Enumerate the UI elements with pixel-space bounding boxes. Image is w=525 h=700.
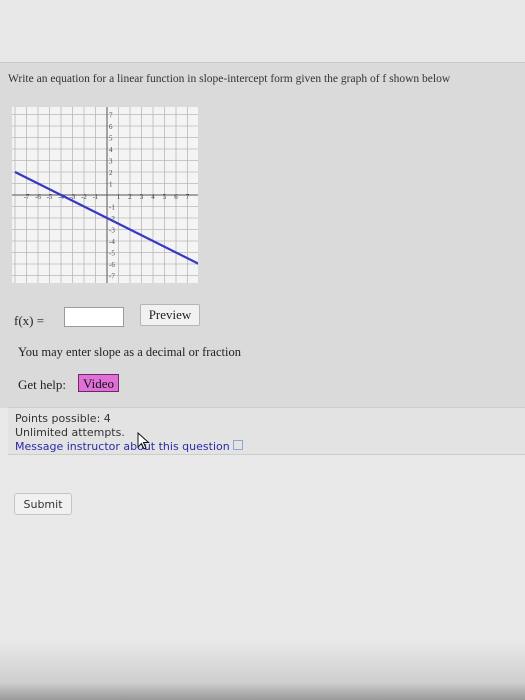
get-help-label: Get help: — [18, 377, 67, 392]
x-tick-label: 4 — [151, 193, 155, 201]
x-tick-label: 5 — [163, 193, 167, 201]
preview-button[interactable]: Preview — [140, 304, 200, 326]
y-tick-label: 3 — [109, 158, 113, 166]
page-top-area — [0, 0, 525, 62]
x-tick-label: 1 — [117, 193, 121, 201]
message-instructor-link[interactable]: Message instructor about this question — [15, 440, 230, 453]
y-tick-label: 5 — [109, 135, 113, 143]
x-tick-label: -1 — [93, 193, 99, 201]
points-possible: Points possible: 4 — [15, 412, 111, 425]
message-instructor-row: Message instructor about this question — [15, 440, 243, 453]
x-tick-label: -2 — [81, 193, 87, 201]
photo-edge-shadow — [0, 640, 525, 700]
attempts-info: Unlimited attempts. — [15, 426, 125, 439]
y-tick-label: -3 — [109, 227, 115, 235]
video-help-button[interactable]: Video — [78, 374, 119, 392]
y-tick-label: -4 — [109, 238, 115, 246]
y-tick-label: -5 — [109, 250, 115, 258]
y-tick-label: 1 — [109, 181, 113, 189]
function-graph: -7 -6 -5 -4 -3 -2 -1 1 2 3 4 5 6 7 7 6 5 4 3 2 1 -1 -2 -3 -4 -5 -6… — [12, 107, 198, 283]
x-tick-label: 6 — [174, 193, 178, 201]
external-link-icon — [232, 440, 243, 450]
y-tick-label: 4 — [109, 146, 113, 154]
y-tick-label: 2 — [109, 169, 113, 177]
y-tick-label: 6 — [109, 123, 113, 131]
y-tick-label: 7 — [109, 112, 113, 120]
question-prompt: Write an equation for a linear function … — [8, 73, 451, 85]
mouse-cursor-icon — [137, 432, 150, 450]
info-panel: Points possible: 4 Unlimited attempts. M… — [8, 407, 525, 455]
question-panel: Write an equation for a linear function … — [0, 62, 525, 408]
x-tick-label: 7 — [186, 193, 190, 201]
answer-input[interactable] — [64, 307, 124, 327]
answer-label: f(x) = — [14, 313, 45, 328]
x-tick-label: 3 — [140, 193, 144, 201]
x-tick-label: -5 — [47, 193, 53, 201]
y-tick-label: -1 — [109, 204, 115, 212]
x-tick-label: -7 — [24, 193, 30, 201]
x-tick-label: 2 — [128, 193, 132, 201]
y-tick-label: -6 — [109, 261, 115, 269]
x-tick-label: -6 — [35, 193, 41, 201]
y-tick-label: -7 — [109, 273, 115, 281]
slope-hint: You may enter slope as a decimal or frac… — [18, 345, 241, 359]
graph-canvas: -7 -6 -5 -4 -3 -2 -1 1 2 3 4 5 6 77654321-1-2-3-4-5-6… — [12, 107, 198, 283]
submit-button[interactable]: Submit — [14, 493, 72, 515]
